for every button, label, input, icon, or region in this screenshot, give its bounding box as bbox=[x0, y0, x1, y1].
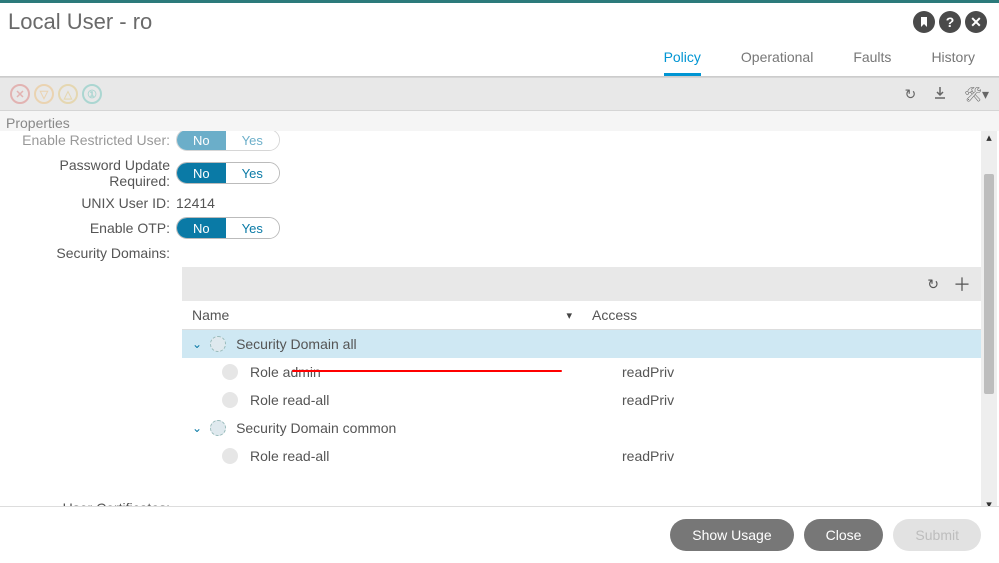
scroll-up-arrow[interactable]: ▴ bbox=[981, 131, 997, 144]
sec-domain-common-row[interactable]: ⌄ Security Domain common bbox=[182, 414, 981, 442]
chevron-down-icon[interactable]: ⌄ bbox=[192, 421, 202, 435]
restricted-no[interactable]: No bbox=[177, 131, 226, 150]
sec-table-header: Name ▾ Access bbox=[182, 301, 981, 330]
role-readall-access: readPriv bbox=[622, 392, 971, 408]
fault-major-icon[interactable]: ▽ bbox=[34, 84, 54, 104]
otp-yes[interactable]: Yes bbox=[226, 218, 279, 238]
role-readall-label: Role read-all bbox=[250, 392, 329, 408]
footer-actions: Show Usage Close Submit bbox=[0, 506, 999, 563]
tab-policy[interactable]: Policy bbox=[664, 49, 701, 76]
pwd-no[interactable]: No bbox=[177, 163, 226, 183]
bookmark-icon[interactable] bbox=[913, 11, 935, 33]
sec-domain-all-label: Security Domain all bbox=[236, 336, 357, 352]
vertical-scrollbar[interactable]: ▴ ▾ bbox=[981, 131, 997, 511]
person-icon bbox=[222, 364, 238, 380]
enable-otp-toggle[interactable]: No Yes bbox=[176, 217, 280, 239]
restricted-yes[interactable]: Yes bbox=[226, 131, 279, 150]
role-readall-row[interactable]: Role read-all readPriv bbox=[182, 386, 981, 414]
help-icon[interactable]: ? bbox=[939, 11, 961, 33]
security-domains-table: Name ▾ Access ⌄ Security Domain all Role… bbox=[182, 301, 981, 470]
tab-history[interactable]: History bbox=[931, 49, 975, 76]
show-usage-button[interactable]: Show Usage bbox=[670, 519, 793, 551]
fault-critical-icon[interactable]: ✕ bbox=[10, 84, 30, 104]
scroll-thumb[interactable] bbox=[984, 174, 994, 394]
role-readall-common-label: Role read-all bbox=[250, 448, 329, 464]
form-scroll-area: Enable Restricted User: No Yes Password … bbox=[0, 131, 999, 511]
col-access-label[interactable]: Access bbox=[592, 307, 971, 323]
page-title: Local User - ro bbox=[8, 9, 152, 35]
sort-caret-icon[interactable]: ▾ bbox=[566, 309, 572, 322]
enable-restricted-toggle[interactable]: No Yes bbox=[176, 131, 280, 151]
pwd-yes[interactable]: Yes bbox=[226, 163, 279, 183]
submit-button: Submit bbox=[893, 519, 981, 551]
role-admin-row[interactable]: Role admin readPriv bbox=[182, 358, 981, 386]
download-icon[interactable] bbox=[932, 85, 948, 104]
enable-otp-label: Enable OTP: bbox=[6, 220, 176, 236]
unix-uid-label: UNIX User ID: bbox=[6, 195, 176, 211]
sec-domain-common-label: Security Domain common bbox=[236, 420, 396, 436]
tab-bar: Policy Operational Faults History bbox=[0, 35, 999, 77]
refresh-icon[interactable]: ↻ bbox=[904, 86, 916, 103]
security-domains-label: Security Domains: bbox=[6, 245, 176, 261]
unix-uid-value: 12414 bbox=[176, 195, 215, 211]
otp-no[interactable]: No bbox=[177, 218, 226, 238]
close-icon[interactable]: ✕ bbox=[965, 11, 987, 33]
person-icon bbox=[222, 392, 238, 408]
globe-icon bbox=[210, 420, 226, 436]
fault-minor-icon[interactable]: △ bbox=[58, 84, 78, 104]
sec-refresh-icon[interactable]: ↻ bbox=[927, 276, 939, 293]
chevron-down-icon[interactable]: ⌄ bbox=[192, 337, 202, 351]
title-bar: Local User - ro ? ✕ bbox=[0, 3, 999, 35]
globe-icon bbox=[210, 336, 226, 352]
pwd-update-toggle[interactable]: No Yes bbox=[176, 162, 280, 184]
pwd-update-label: Password Update Required: bbox=[6, 157, 176, 189]
role-readall-common-access: readPriv bbox=[622, 448, 971, 464]
role-admin-access: readPriv bbox=[622, 364, 971, 380]
tools-icon[interactable]: 🛠︎▾ bbox=[964, 86, 989, 103]
col-name-label[interactable]: Name bbox=[192, 307, 229, 323]
red-annotation-line bbox=[292, 370, 562, 372]
role-readall-common-row[interactable]: Role read-all readPriv bbox=[182, 442, 981, 470]
properties-header: Properties bbox=[0, 111, 999, 131]
person-icon bbox=[222, 448, 238, 464]
close-button[interactable]: Close bbox=[804, 519, 884, 551]
tab-faults[interactable]: Faults bbox=[853, 49, 891, 76]
fault-info-icon[interactable]: ① bbox=[82, 84, 102, 104]
sec-domain-all-row[interactable]: ⌄ Security Domain all bbox=[182, 330, 981, 358]
security-domains-toolbar: ↻ ＋ bbox=[182, 267, 981, 301]
role-admin-label: Role admin bbox=[250, 364, 321, 380]
title-action-icons: ? ✕ bbox=[913, 11, 987, 33]
tab-operational[interactable]: Operational bbox=[741, 49, 813, 76]
sec-add-icon[interactable]: ＋ bbox=[953, 271, 971, 297]
enable-restricted-label: Enable Restricted User: bbox=[6, 132, 176, 148]
status-toolbar: ✕ ▽ △ ① ↻ 🛠︎▾ bbox=[0, 77, 999, 111]
